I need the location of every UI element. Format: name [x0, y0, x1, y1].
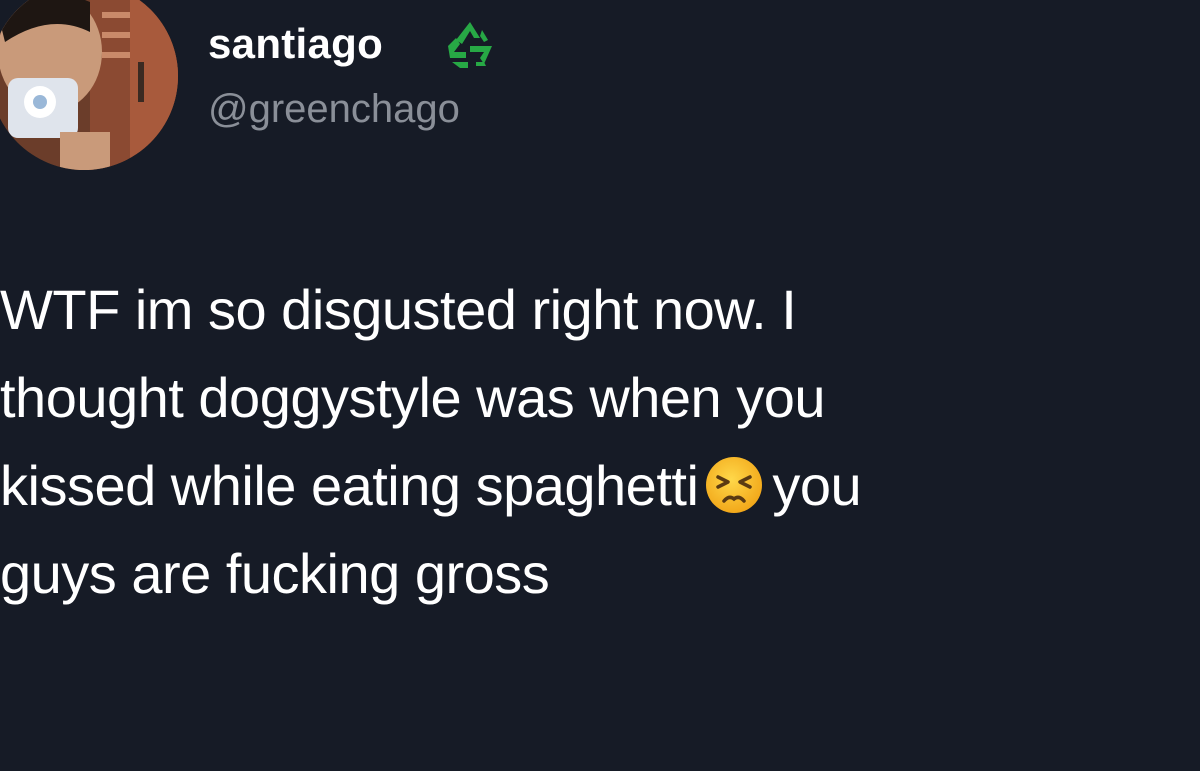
tweet-card: santiago @greenchago WTF im so disgusted… [0, 0, 1200, 771]
tweet-line: thought doggystyle was when you [0, 366, 826, 429]
tweet-line-with-emoji: kissed while eating spaghetti you [0, 442, 1190, 530]
display-name[interactable]: santiago [208, 18, 383, 70]
tweet-line-part: kissed while eating spaghetti [0, 454, 699, 517]
profile-photo-icon [0, 0, 178, 170]
user-handle[interactable]: @greenchago [208, 84, 460, 134]
recycling-symbol-icon [440, 16, 500, 74]
tweet-text: WTF im so disgusted right now. I thought… [0, 266, 1190, 618]
tweet-line-part: you [772, 454, 862, 517]
persevering-face-icon [704, 452, 764, 513]
tweet-line: WTF im so disgusted right now. I [0, 278, 797, 341]
avatar[interactable] [0, 0, 178, 170]
tweet-line: guys are fucking gross [0, 542, 550, 605]
